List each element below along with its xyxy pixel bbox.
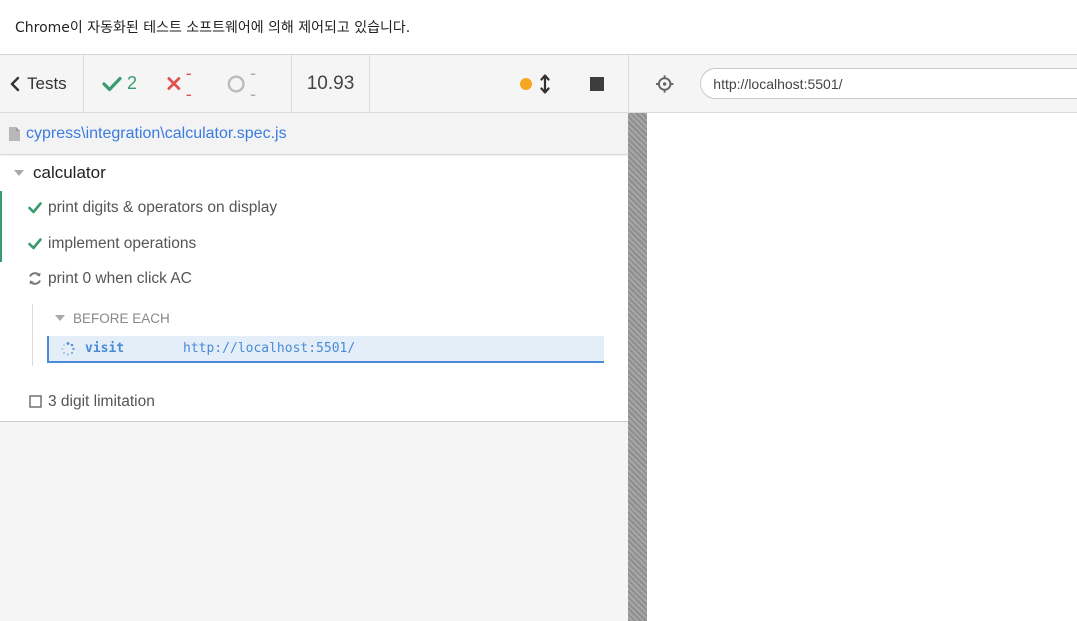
tests-label: Tests — [27, 73, 67, 93]
automation-infobar: Chrome이 자동화된 테스트 소프트웨어에 의해 제어되고 있습니다. — [0, 0, 1077, 55]
stats: 2 -- -- — [84, 55, 292, 112]
passed-stat: 2 — [102, 73, 137, 94]
file-icon — [9, 126, 20, 141]
stop-button[interactable] — [590, 76, 604, 91]
pending-stat: -- — [227, 63, 261, 105]
spec-path[interactable]: cypress\integration\calculator.spec.js — [26, 125, 287, 143]
test-item[interactable]: print 0 when click AC — [0, 261, 628, 296]
toggle-auto-scroll-icon[interactable] — [540, 73, 550, 94]
aut-iframe[interactable] — [647, 113, 1077, 621]
test-title: 3 digit limitation — [48, 392, 155, 410]
test-item[interactable]: implement operations — [0, 226, 628, 261]
test-title: implement operations — [48, 234, 197, 252]
spinner-icon — [61, 341, 75, 356]
spec-header: cypress\integration\calculator.spec.js — [0, 113, 628, 155]
passed-count: 2 — [127, 73, 138, 93]
tests-back-button[interactable]: Tests — [0, 55, 84, 112]
test-item[interactable]: 3 digit limitation — [0, 384, 628, 419]
hook-title[interactable]: BEFORE EACH — [55, 311, 170, 326]
selector-playground-icon[interactable] — [655, 74, 674, 94]
failed-count: -- — [185, 62, 192, 104]
url-text: http://localhost:5501/ — [713, 75, 843, 92]
refresh-icon — [26, 271, 44, 286]
command-row[interactable]: visit http://localhost:5501/ — [47, 336, 604, 363]
run-controls — [370, 55, 628, 112]
url-display[interactable]: http://localhost:5501/ — [700, 68, 1077, 99]
duration-value: 10.93 — [306, 72, 355, 94]
command-name: visit — [85, 341, 125, 356]
command-message: http://localhost:5501/ — [183, 341, 356, 356]
x-icon — [167, 77, 181, 90]
pending-count: -- — [250, 62, 256, 104]
test-title: print 0 when click AC — [48, 269, 192, 287]
infobar-text: Chrome이 자동화된 테스트 소프트웨어에 의해 제어되고 있습니다. — [15, 20, 411, 36]
circle-notch-icon — [227, 74, 245, 93]
check-icon — [26, 237, 44, 250]
suite-title[interactable]: calculator — [14, 163, 106, 183]
hook-label: BEFORE EACH — [73, 311, 170, 326]
check-icon — [102, 76, 122, 91]
test-title: print digits & operators on display — [48, 198, 278, 216]
runnables: calculator print digits & operators on d… — [0, 156, 628, 422]
check-icon — [26, 201, 44, 214]
square-icon — [26, 395, 44, 408]
suite-label: calculator — [33, 163, 106, 182]
hooks: BEFORE EACH visit http://localhost:5501/ — [32, 304, 607, 366]
test-item[interactable]: print digits & operators on display — [0, 190, 628, 225]
chevron-left-icon — [10, 76, 20, 91]
duration: 10.93 — [292, 55, 370, 112]
reporter-toolbar: Tests 2 -- -- 10.93 — [0, 55, 628, 113]
aut-header: http://localhost:5501/ — [628, 55, 1077, 113]
running-indicator-icon — [520, 77, 532, 90]
caret-down-icon — [14, 169, 24, 176]
reporter-empty-area — [0, 422, 628, 621]
failed-stat: -- — [167, 63, 197, 105]
caret-down-icon — [55, 315, 65, 321]
panel-resizer[interactable] — [628, 113, 647, 621]
